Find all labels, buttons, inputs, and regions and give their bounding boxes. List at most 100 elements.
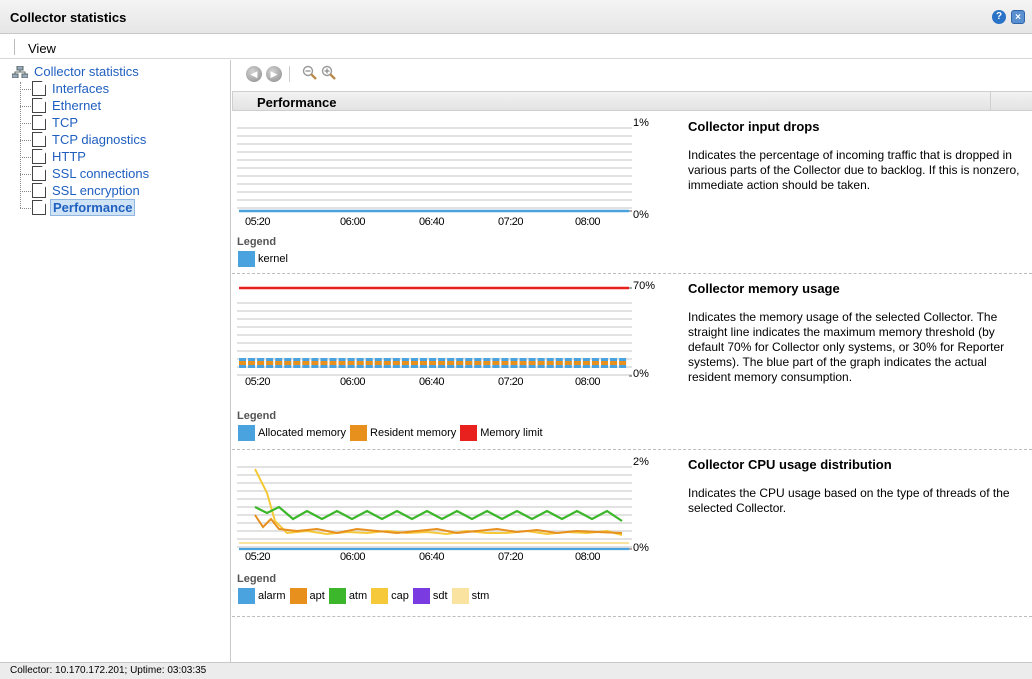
tree-item-ssl-connections[interactable]: SSL connections [20,166,220,182]
y-axis-min: 0% [633,209,649,221]
tree-item-label: HTTP [52,149,86,164]
resident-memory-bar [601,361,608,365]
resident-memory-bar [582,361,590,365]
x-tick-label: 06:00 [340,376,366,388]
resident-memory-bar [347,361,355,365]
x-tick-label: 06:40 [419,376,445,388]
legend-label-sdt: sdt [432,590,448,602]
column-divider [990,92,991,110]
resident-memory-bar [338,361,346,365]
legend-label-resident-memory: Resident memory [370,427,457,439]
resident-memory-bar [392,361,400,365]
legend-label-atm: atm [348,590,368,602]
memory-usage-chart [237,286,632,377]
resident-memory-bar [302,361,310,365]
legend-title: Legend [237,236,277,248]
tree-branch-line [20,191,31,192]
x-tick-label: 07:20 [498,216,524,228]
resident-memory-bar [248,361,256,365]
toolbar-separator [289,66,290,82]
panel-description: Indicates the CPU usage based on the typ… [688,486,1010,515]
legend-swatch-memory-limit [460,425,478,441]
legend-label-allocated-memory: Allocated memory [258,427,347,439]
legend: kernel [238,251,292,267]
legend-swatch-alarm [238,588,255,604]
section-header: Performance [232,91,1032,111]
x-tick-label: 05:20 [245,376,271,388]
tree-item-label: SSL connections [52,166,150,181]
dashed-divider [232,449,1032,450]
legend-title: Legend [237,410,277,422]
resident-memory-bar [456,361,464,365]
resident-memory-bar [293,361,301,365]
tree-branch-line [20,106,31,107]
page-icon [32,132,46,147]
tree-branch-line [20,89,31,90]
x-tick-label: 06:00 [340,551,366,563]
tree-item-tcp-diagnostics[interactable]: TCP diagnostics [20,132,220,148]
resident-memory-bar [528,361,536,365]
legend-swatch-stm [451,588,469,604]
tree-root-label: Collector statistics [34,64,139,79]
y-axis-max: 70% [633,280,656,292]
page-icon [32,183,46,198]
series-cap-line [254,468,623,536]
panel-description: Indicates the memory usage of the select… [688,310,1005,384]
tree-branch-line [20,157,31,158]
resident-memory-bar [546,361,554,365]
x-tick-label: 08:00 [575,216,601,228]
x-tick-label: 07:20 [498,376,524,388]
tree-item-interfaces[interactable]: Interfaces [20,81,220,97]
panel-memory-usage: 70% 0% 05:20 06:00 06:40 07:20 08:00 Leg… [232,275,1032,445]
zoom-out-icon[interactable] [302,65,318,81]
resident-memory-bar [573,361,581,365]
tree-item-label: TCP diagnostics [52,132,147,147]
y-axis-min: 0% [633,368,649,380]
dashed-divider [232,273,1032,274]
help-icon[interactable]: ? [992,10,1006,24]
legend-swatch-atm [328,588,346,604]
toolbar: ◀ ▶ [232,60,1032,88]
window-title: Collector statistics [10,10,127,25]
tree-item-tcp[interactable]: TCP [20,115,220,131]
legend-title: Legend [237,573,277,585]
resident-memory-bar [410,361,418,365]
resident-memory-bar [537,361,545,365]
legend-label-cap: cap [391,590,409,602]
x-tick-label: 08:00 [575,551,601,563]
section-title: Performance [257,95,337,110]
menu-view[interactable]: View [28,41,56,56]
status-bar: Collector: 10.170.172.201; Uptime: 03:03… [0,662,1032,679]
tree-item-http[interactable]: HTTP [20,149,220,165]
resident-memory-bar [356,361,364,365]
tree-item-label: Interfaces [52,81,110,96]
resident-memory-bar [483,361,491,365]
tree-item-ethernet[interactable]: Ethernet [20,98,220,114]
tree-item-ssl-encryption[interactable]: SSL encryption [20,183,220,199]
content-pane: ◀ ▶ Performance 1% 0% 05:20 06:00 06:40 … [232,60,1032,662]
close-icon[interactable]: × [1011,10,1025,24]
panel-title: Collector input drops [688,119,820,134]
tree-branch-line [20,174,31,175]
legend-label-alarm: alarm [258,590,286,602]
resident-memory-bar [564,361,572,365]
chart-gridlines [237,127,632,209]
panel-title: Collector memory usage [688,281,840,296]
legend-swatch-resident-memory [350,425,368,441]
zoom-in-icon[interactable] [321,65,337,81]
tree-item-label: SSL encryption [52,183,140,198]
legend: Allocated memory Resident memory Memory li… [238,425,547,441]
resident-memory-bar [438,361,446,365]
column-divider [232,92,233,110]
back-arrow-icon[interactable]: ◀ [246,66,262,82]
x-tick-label: 06:00 [340,216,366,228]
tree-item-performance[interactable]: Performance [20,199,220,216]
tree-branch-line [20,123,31,124]
resident-memory-bar [401,361,409,365]
forward-arrow-icon[interactable]: ▶ [266,66,282,82]
resident-memory-bar [420,361,427,365]
menu-bar: View [0,35,1032,59]
window-titlebar: Collector statistics ? × [0,0,1032,34]
x-tick-label: 05:20 [245,551,271,563]
resident-memory-bar [374,361,382,365]
